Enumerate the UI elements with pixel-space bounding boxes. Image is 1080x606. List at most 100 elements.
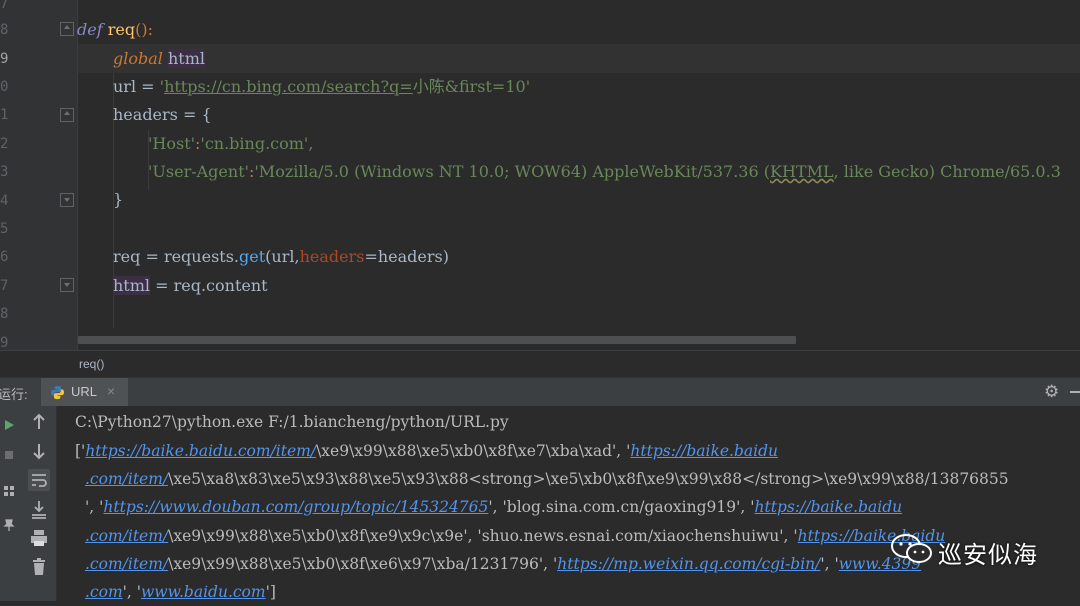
string-value: 'cn.bing.com',: [200, 134, 314, 153]
code-text: }: [113, 190, 124, 209]
variable-html: html: [113, 276, 151, 295]
run-console[interactable]: C:\Python27\python.exe F:/1.biancheng/py…: [0, 406, 1080, 601]
breadcrumb-item[interactable]: req(): [79, 351, 104, 377]
line-number: 2: [0, 136, 9, 152]
fold-icon[interactable]: [60, 108, 74, 122]
function-name: req: [107, 20, 136, 39]
trash-icon[interactable]: [28, 556, 50, 578]
arrow-up-icon[interactable]: [28, 411, 50, 433]
method-get: get: [239, 247, 266, 266]
arrow-down-icon[interactable]: [28, 440, 50, 462]
left-toolbar: [0, 406, 22, 601]
console-text: ', ': [122, 583, 142, 601]
string-url[interactable]: https://cn.bing.com/search?q=: [164, 77, 413, 96]
console-line: C:\Python27\python.exe F:/1.biancheng/py…: [75, 408, 509, 436]
watermark: 巡安似海: [890, 529, 1070, 569]
console-line: .com/item/\xe9\x99\x88\xe5\xb0\x8f\xe9\x…: [85, 522, 945, 550]
console-link[interactable]: .com: [85, 583, 123, 601]
line-number: 6: [0, 249, 9, 265]
console-link[interactable]: .com/item/: [85, 527, 168, 545]
scroll-to-end-icon[interactable]: [28, 498, 50, 520]
line-number: 5: [0, 221, 9, 237]
gear-icon[interactable]: ⚙: [1044, 382, 1062, 401]
fold-icon[interactable]: [60, 22, 74, 36]
code-text: req = requests.: [113, 247, 240, 266]
fold-icon[interactable]: [60, 193, 74, 207]
watermark-text: 巡安似海: [938, 541, 1038, 569]
pin-icon[interactable]: [2, 518, 16, 532]
console-text: [': [75, 442, 86, 460]
console-text: \xe9\x99\x88\xe5\xb0\x8f\xe9\x9c\x9e', '…: [168, 527, 798, 545]
param-headers: headers: [299, 247, 365, 266]
fold-icon[interactable]: [60, 278, 74, 292]
console-text: ']: [265, 583, 276, 601]
console-link[interactable]: .com/item/: [85, 555, 168, 573]
console-link[interactable]: https://baike.baidu.com/item/: [85, 442, 316, 460]
code-line[interactable]: 'Host':'cn.bing.com',: [148, 130, 313, 158]
line-number: 7: [0, 278, 9, 294]
line-number: 9: [0, 51, 9, 67]
line-number: 3: [0, 164, 9, 180]
wechat-icon: [891, 534, 932, 563]
code-line[interactable]: req = requests.get(url,headers=headers): [113, 243, 449, 271]
run-label: 运行:: [0, 387, 28, 402]
line-number: 8: [0, 306, 9, 322]
console-line: .com', 'www.baidu.com']: [85, 578, 276, 606]
console-line: .com/item/\xe5\xa8\x83\xe5\x93\x88\xe5\x…: [85, 465, 1009, 493]
console-link[interactable]: https://mp.weixin.qq.com/cgi-bin/: [557, 555, 820, 573]
python-icon: [50, 385, 65, 400]
string-key: 'User-Agent': [148, 162, 250, 181]
console-text: \xe5\xa8\x83\xe5\x93\x88\xe5\x93\x88<str…: [168, 470, 1009, 488]
code-line[interactable]: 'User-Agent':'Mozilla/5.0 (Windows NT 10…: [148, 158, 1061, 186]
run-toolwindow-header: 运行: URL × ⚙: [0, 377, 1080, 407]
string-khtml: KHTML: [770, 162, 834, 181]
minimize-icon[interactable]: [1070, 391, 1080, 393]
console-line: ', 'https://www.douban.com/group/topic/1…: [85, 493, 902, 521]
code-line[interactable]: url = 'https://cn.bing.com/search?q=小陈&f…: [113, 73, 530, 101]
code-line[interactable]: def req():: [77, 16, 153, 44]
console-text: \xe9\x99\x88\xe5\xb0\x8f\xe7\xba\xad', ': [316, 442, 631, 460]
line-number: 1: [0, 107, 9, 123]
console-text: \xe9\x99\x88\xe5\xb0\x8f\xe6\x97\xba/123…: [168, 555, 558, 573]
console-text: ', ': [85, 498, 104, 516]
tab-url[interactable]: URL ×: [41, 378, 128, 407]
line-gutter: 7 8 9 0 1 2 3 4 5 6 7 8 9: [0, 0, 78, 350]
console-link[interactable]: .com/item/: [85, 470, 168, 488]
code-line[interactable]: global html: [113, 45, 206, 73]
code-editor[interactable]: 7 8 9 0 1 2 3 4 5 6 7 8 9 def req(): glo…: [0, 0, 1080, 350]
console-text: ', 'blog.sina.com.cn/gaoxing919', ': [488, 498, 755, 516]
console-text: ', ': [820, 555, 839, 573]
string-key: 'Host': [148, 134, 196, 153]
code-line[interactable]: html = req.content: [113, 272, 268, 300]
layout-icon[interactable]: [2, 484, 16, 498]
console-link[interactable]: https://baike.baidu: [755, 498, 903, 516]
breadcrumb: req(): [0, 350, 1080, 378]
console-line: ['https://baike.baidu.com/item/\xe9\x99\…: [75, 437, 778, 465]
code-text: = req.content: [150, 276, 268, 295]
code-line[interactable]: }: [113, 186, 123, 214]
line-number: 7: [0, 0, 9, 12]
line-number: 8: [0, 22, 9, 38]
console-link[interactable]: https://baike.baidu: [630, 442, 778, 460]
gutter-separator: [77, 0, 78, 350]
console-link[interactable]: https://www.douban.com/group/topic/14532…: [103, 498, 488, 516]
code-text: =headers): [364, 247, 449, 266]
run-icon[interactable]: [2, 418, 16, 432]
console-toolbar: [22, 406, 57, 601]
code-line[interactable]: headers = {: [113, 101, 212, 129]
console-line: .com/item/\xe9\x99\x88\xe5\xb0\x8f\xe6\x…: [85, 550, 921, 578]
print-icon[interactable]: [28, 527, 50, 549]
string-value: 'Mozilla/5.0 (Windows NT 10.0; WOW64) Ap…: [254, 162, 770, 181]
keyword-global: global: [113, 49, 163, 68]
console-link[interactable]: www.baidu.com: [141, 583, 266, 601]
horizontal-scrollbar[interactable]: [78, 336, 796, 344]
stop-icon[interactable]: [2, 448, 16, 462]
code-text: (url,: [265, 247, 300, 266]
soft-wrap-icon[interactable]: [28, 469, 50, 491]
string-text: 小陈&first=10': [412, 77, 531, 96]
keyword-def: def: [77, 20, 103, 39]
code-text: ():: [135, 20, 153, 39]
code-text: url =: [113, 77, 160, 96]
close-icon[interactable]: ×: [107, 383, 115, 399]
line-number: 0: [0, 79, 9, 95]
